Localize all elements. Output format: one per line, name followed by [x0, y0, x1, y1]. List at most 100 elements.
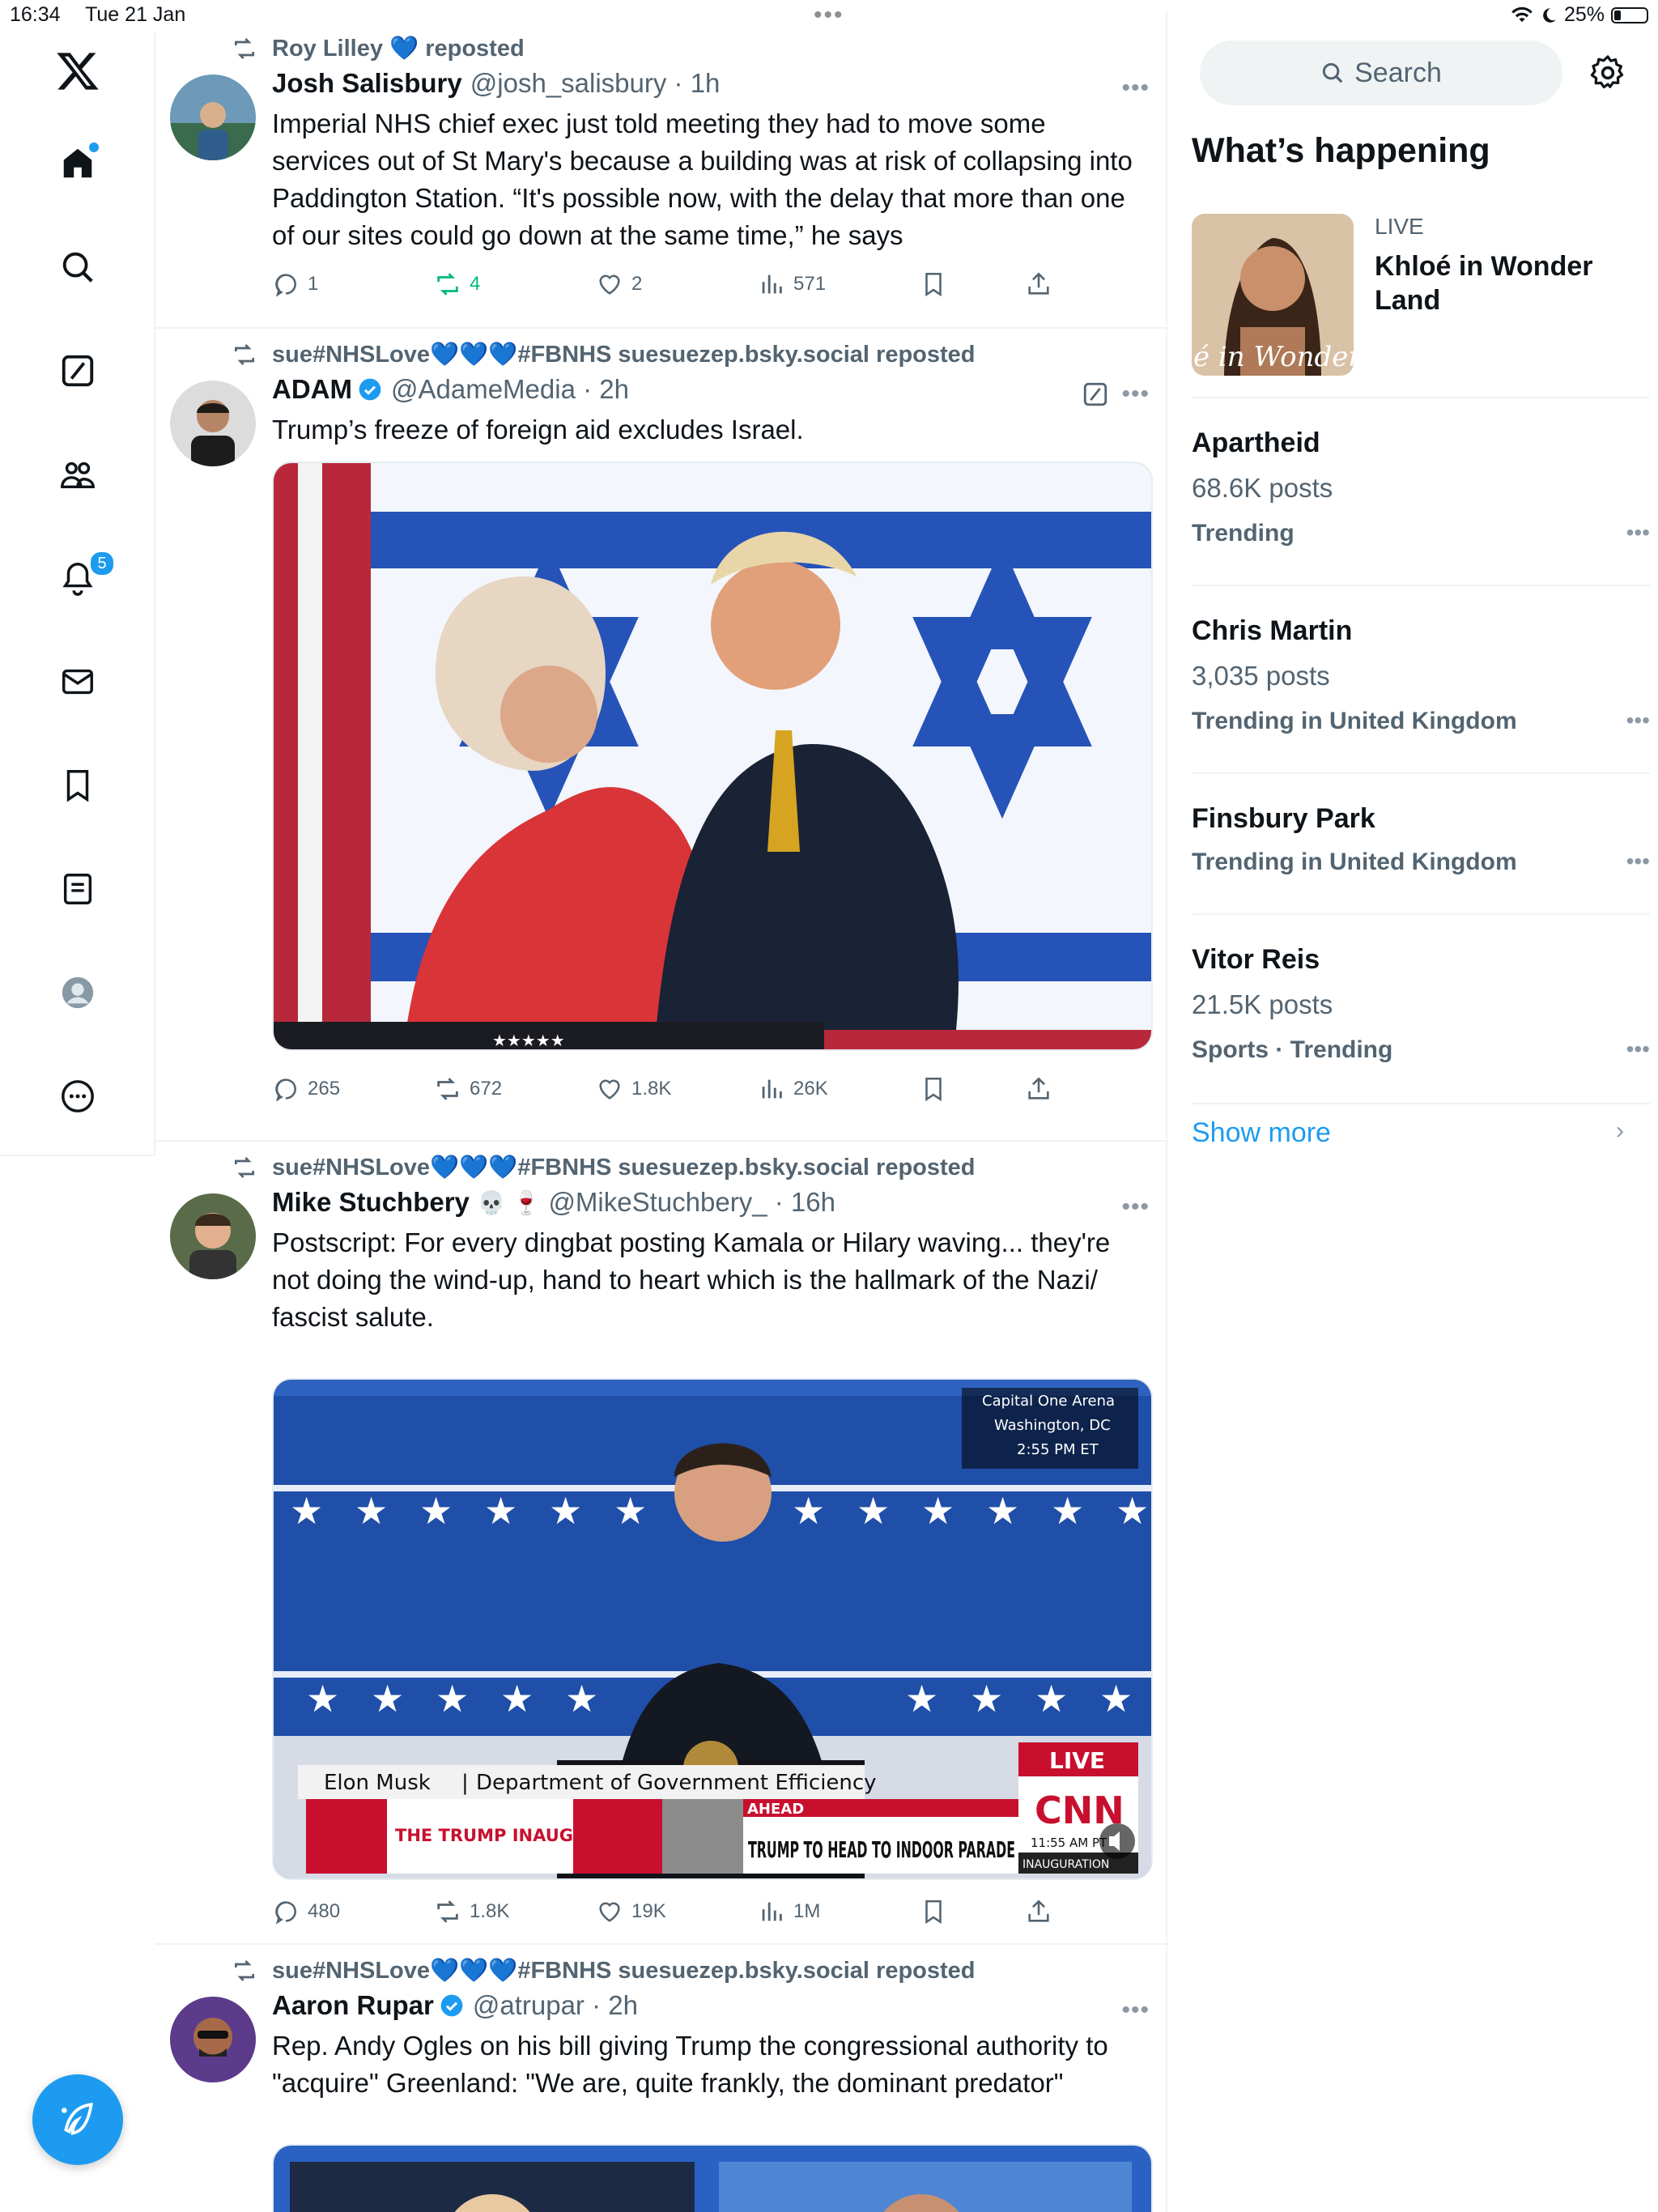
x-logo-icon[interactable]	[52, 45, 104, 97]
search-input[interactable]: Search	[1200, 40, 1562, 105]
live-event-thumbnail[interactable]: é in Wonder l	[1192, 214, 1354, 376]
trend-item[interactable]: Vitor Reis 21.5K posts Sports · Trending…	[1192, 913, 1650, 1104]
trend-more-icon[interactable]: •••	[1626, 520, 1650, 546]
trend-item[interactable]: Finsbury Park Trending in United Kingdom…	[1192, 772, 1650, 915]
bookmark-button[interactable]	[920, 1898, 955, 1925]
settings-gear-icon[interactable]	[1588, 53, 1627, 92]
status-time: 16:34	[10, 3, 61, 26]
trend-more-icon[interactable]: •••	[1626, 849, 1650, 874]
like-button[interactable]: 19K	[596, 1898, 666, 1925]
repost-button[interactable]: 4	[434, 270, 480, 298]
trend-name: Vitor Reis	[1192, 944, 1320, 975]
repost-button[interactable]: 1.8K	[434, 1898, 509, 1925]
post-text: Trump’s freeze of foreign aid excludes I…	[272, 415, 804, 445]
post-text: Imperial NHS chief exec just told meetin…	[272, 108, 1133, 250]
post-card[interactable]: sue#NHSLove💙💙💙#FBNHS suesuezep.bsky.soci…	[155, 329, 1166, 1142]
post-header: Aaron Rupar @atrupar · 2h	[272, 1990, 638, 2021]
svg-text:★: ★	[565, 1677, 598, 1721]
share-button[interactable]	[1025, 1898, 1061, 1925]
trend-name: Finsbury Park	[1192, 803, 1375, 834]
notifications-bell-icon[interactable]: 5	[52, 551, 115, 604]
trend-more-icon[interactable]: •••	[1626, 708, 1650, 734]
post-video[interactable]	[272, 2144, 1153, 2212]
post-video[interactable]: ★ ★ ★ ★ ★ ★ ★ ★ ★ ★ ★ ★ ★ ★ ★ ★ ★ ★ ★ ★ ★ Capital One Are…	[272, 1378, 1153, 1880]
trend-post-count: 68.6K posts	[1192, 473, 1333, 503]
home-icon[interactable]	[52, 138, 104, 189]
post-card[interactable]: Roy Lilley 💙 reposted Josh Salisbury @jo…	[155, 11, 1166, 329]
trend-post-count: 3,035 posts	[1192, 661, 1330, 691]
banner-ahead: AHEAD	[747, 1801, 804, 1818]
grok-icon[interactable]	[52, 345, 104, 397]
trend-context: Trending in United Kingdom	[1192, 849, 1517, 875]
reply-count: 480	[308, 1900, 341, 1922]
video-venue: Capital One Arena	[982, 1393, 1115, 1410]
svg-text:★: ★	[355, 1489, 388, 1533]
svg-text:★: ★	[986, 1489, 1019, 1533]
bookmark-button[interactable]	[920, 1075, 955, 1103]
bookmarks-icon[interactable]	[52, 759, 104, 811]
author-name[interactable]: ADAM	[272, 374, 352, 405]
show-more-link[interactable]: Show more	[1192, 1117, 1331, 1149]
live-event-card[interactable]: é in Wonder l LIVE Khloé in Wonder Land	[1192, 214, 1650, 379]
lists-icon[interactable]	[52, 863, 104, 915]
svg-text:★: ★	[549, 1489, 582, 1533]
repost-button[interactable]: 672	[434, 1075, 502, 1103]
grok-explain-icon[interactable]	[1082, 381, 1109, 408]
svg-text:|: |	[461, 1771, 469, 1795]
post-more-icon[interactable]: •••	[1121, 74, 1150, 102]
reply-button[interactable]: 480	[272, 1898, 340, 1925]
author-handle[interactable]: @MikeStuchbery_ · 16h	[548, 1187, 835, 1218]
explore-search-icon[interactable]	[52, 241, 104, 293]
avatar[interactable]	[170, 74, 256, 160]
post-card[interactable]: sue#NHSLove💙💙💙#FBNHS suesuezep.bsky.soci…	[155, 1142, 1166, 1945]
post-card[interactable]: sue#NHSLove💙💙💙#FBNHS suesuezep.bsky.soci…	[155, 1945, 1166, 2212]
compose-feather-icon	[62, 2103, 93, 2135]
author-name[interactable]: Josh Salisbury	[272, 68, 462, 99]
views-button[interactable]: 26K	[758, 1075, 828, 1103]
reply-icon	[275, 274, 296, 297]
more-options-icon[interactable]	[52, 1070, 104, 1122]
share-icon	[1028, 1077, 1049, 1100]
avatar[interactable]	[170, 1193, 256, 1279]
views-button[interactable]: 1M	[758, 1898, 820, 1925]
trend-more-icon[interactable]: •••	[1626, 1036, 1650, 1062]
trend-item[interactable]: Chris Martin 3,035 posts Trending in Uni…	[1192, 585, 1650, 774]
share-button[interactable]	[1025, 1075, 1061, 1103]
views-count: 1M	[793, 1900, 821, 1922]
author-handle[interactable]: @atrupar · 2h	[473, 1990, 638, 2021]
views-button[interactable]: 571	[758, 270, 826, 298]
author-name-emoji: 💀 🍷	[477, 1189, 541, 1215]
heart-icon	[599, 1079, 620, 1100]
post-more-icon[interactable]: •••	[1121, 1997, 1150, 2024]
bookmark-button[interactable]	[920, 270, 955, 298]
podium-stars: ★★★★★	[492, 1031, 565, 1050]
svg-text:★: ★	[792, 1489, 825, 1533]
author-name[interactable]: Mike Stuchbery	[272, 1187, 470, 1218]
post-more-icon[interactable]: •••	[1121, 381, 1150, 408]
post-text: Postscript: For every dingbat posting Ka…	[272, 1227, 1111, 1332]
avatar[interactable]	[170, 381, 256, 466]
svg-text:★: ★	[1035, 1677, 1068, 1721]
repost-icon	[235, 1960, 254, 1981]
trend-item[interactable]: Apartheid 68.6K posts Trending •••	[1192, 397, 1650, 586]
heart-icon	[599, 274, 620, 295]
video-city: Washington, DC	[994, 1417, 1111, 1434]
reply-button[interactable]: 1	[272, 270, 318, 298]
banner-headline: TRUMP TO HEAD TO INDOOR PARADE	[748, 1836, 1015, 1863]
author-handle[interactable]: @AdameMedia · 2h	[391, 374, 629, 405]
communities-icon[interactable]	[52, 449, 104, 500]
avatar[interactable]	[170, 1997, 256, 2082]
like-button[interactable]: 2	[596, 270, 642, 298]
profile-avatar-icon[interactable]	[52, 967, 104, 1019]
post-more-icon[interactable]: •••	[1121, 1193, 1150, 1221]
like-count: 1.8K	[631, 1078, 672, 1100]
reply-button[interactable]: 265	[272, 1075, 340, 1103]
like-count: 19K	[631, 1900, 666, 1922]
compose-post-button[interactable]	[32, 2074, 123, 2165]
messages-mail-icon[interactable]	[52, 656, 104, 708]
author-handle[interactable]: @josh_salisbury · 1h	[470, 68, 721, 99]
post-image[interactable]: ★★★★★	[272, 462, 1153, 1051]
share-button[interactable]	[1025, 270, 1061, 298]
author-name[interactable]: Aaron Rupar	[272, 1990, 434, 2021]
like-button[interactable]: 1.8K	[596, 1075, 671, 1103]
